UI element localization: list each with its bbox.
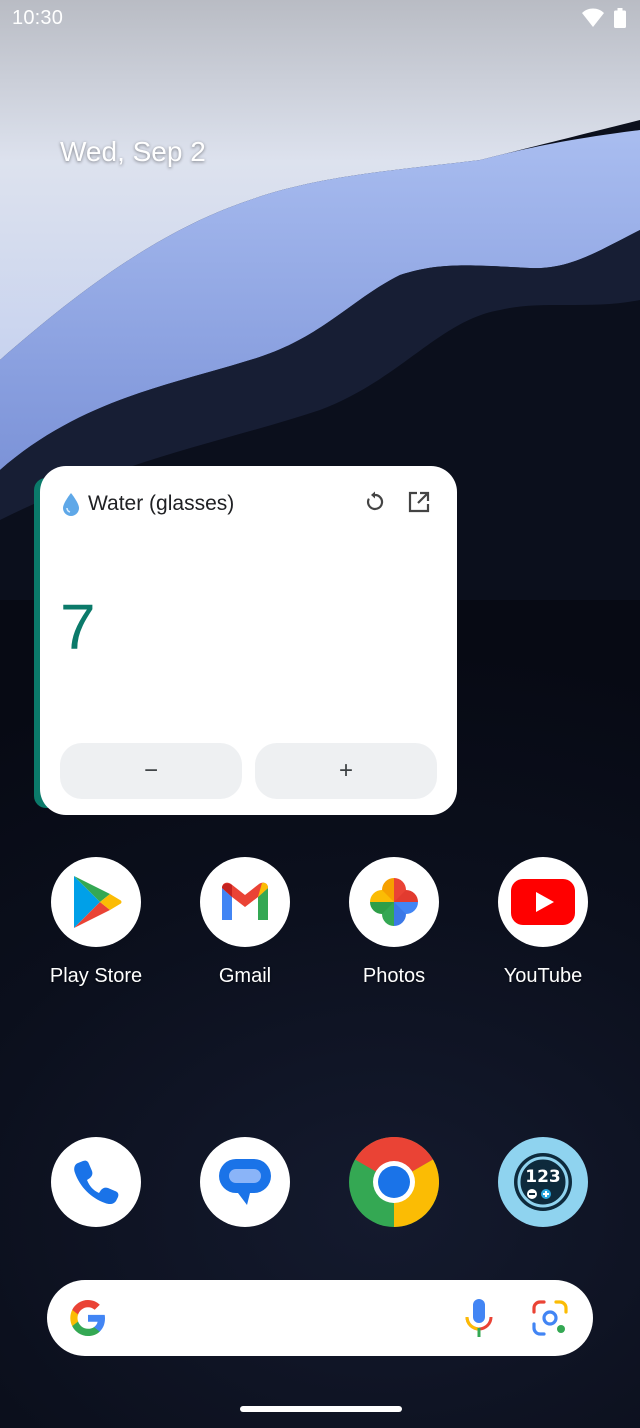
app-youtube[interactable]: YouTube: [483, 857, 603, 988]
messages-icon: [219, 1159, 271, 1205]
youtube-icon: [511, 879, 575, 925]
google-lens-icon[interactable]: [531, 1299, 569, 1337]
open-external-icon[interactable]: [407, 490, 431, 514]
app-label: YouTube: [503, 965, 583, 987]
wifi-icon: [582, 8, 604, 27]
counter-badge-text: 123: [525, 1167, 561, 1187]
google-g-icon[interactable]: [69, 1299, 107, 1337]
water-counter-widget[interactable]: Water (glasses) 7 − +: [40, 466, 457, 815]
widget-header: Water (glasses): [62, 492, 234, 516]
app-play-store[interactable]: Play Store: [36, 857, 156, 988]
play-store-icon: [74, 876, 122, 928]
increment-button[interactable]: +: [255, 743, 437, 799]
app-label: Play Store: [49, 965, 143, 987]
dock-phone[interactable]: [36, 1137, 156, 1227]
home-screen: 10:30 Wed, Sep 2 Water (glasses) 7 − + P…: [0, 0, 640, 1428]
app-photos[interactable]: Photos: [334, 857, 454, 988]
chrome-icon: [349, 1137, 439, 1227]
phone-icon: [74, 1160, 119, 1205]
app-label: Gmail: [218, 965, 272, 987]
widget-title: Water (glasses): [88, 492, 235, 515]
gesture-nav-handle[interactable]: [240, 1406, 402, 1412]
water-count-value: 7: [60, 591, 96, 663]
decrement-button[interactable]: −: [60, 743, 242, 799]
status-bar: 10:30: [0, 0, 640, 36]
photos-icon: [370, 878, 418, 926]
app-gmail[interactable]: Gmail: [185, 857, 305, 988]
microphone-icon[interactable]: [464, 1297, 494, 1339]
gmail-icon: [222, 882, 268, 920]
google-search-bar[interactable]: [47, 1280, 593, 1356]
date-label[interactable]: Wed, Sep 2: [60, 136, 206, 168]
status-time: 10:30: [12, 7, 64, 29]
app-label: Photos: [362, 965, 426, 987]
dock-messages[interactable]: [185, 1137, 305, 1227]
refresh-icon[interactable]: [363, 490, 387, 514]
battery-icon: [614, 8, 626, 28]
dock-counter-app[interactable]: 123: [483, 1137, 603, 1227]
dock-chrome[interactable]: [334, 1137, 454, 1227]
water-drop-icon: [63, 493, 79, 516]
